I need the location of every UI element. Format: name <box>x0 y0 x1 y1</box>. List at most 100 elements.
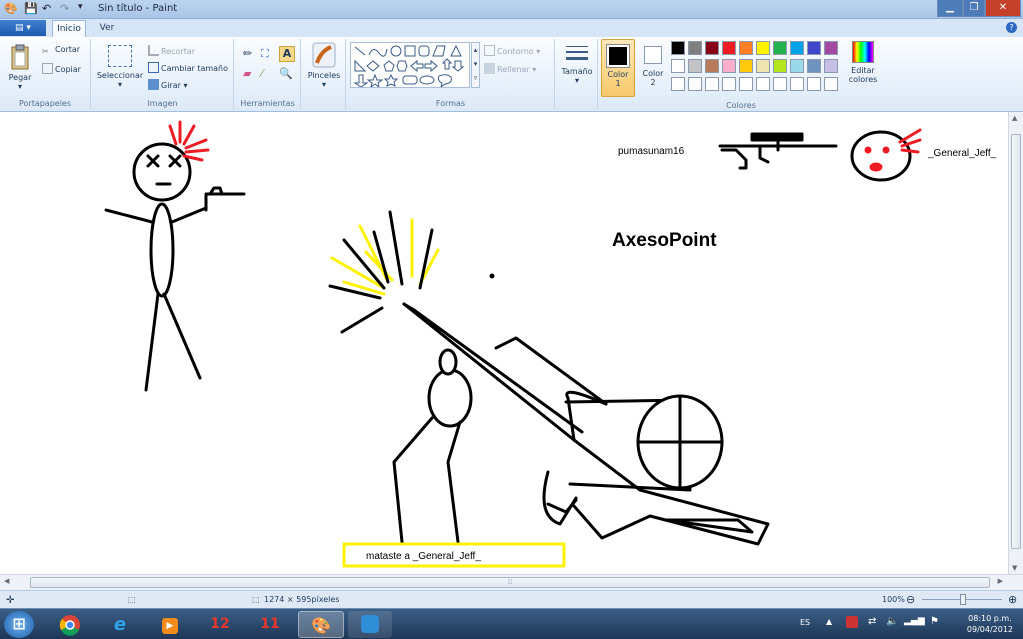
save-icon[interactable]: 💾 <box>24 2 38 16</box>
size-button[interactable]: Tamaño ▾ <box>560 43 594 85</box>
palette-color-swatch[interactable] <box>790 59 804 73</box>
custom-color-swatch[interactable] <box>688 77 702 91</box>
language-indicator[interactable]: ES <box>800 618 810 627</box>
palette-color-swatch[interactable] <box>773 59 787 73</box>
zoom-out-button[interactable]: ⊖ <box>906 593 915 606</box>
paint-taskbar-icon[interactable]: 🎨 <box>298 611 344 638</box>
chrome-taskbar-icon[interactable] <box>50 611 90 638</box>
palette-color-swatch[interactable] <box>722 59 736 73</box>
shapes-scroll[interactable]: ▴ ▾ ▿ <box>471 42 480 88</box>
horizontal-scrollbar[interactable]: ◀ ⦙⦙⦙ ▶ <box>0 574 1023 590</box>
color-picker-icon[interactable]: ⁄ <box>261 67 276 82</box>
zoom-slider-thumb[interactable] <box>960 594 966 605</box>
horizontal-scroll-thumb[interactable]: ⦙⦙⦙ <box>30 577 990 588</box>
color1-button[interactable]: Color 1 <box>601 39 635 97</box>
palette-color-swatch[interactable] <box>824 41 838 55</box>
custom-color-swatch[interactable] <box>824 77 838 91</box>
vertical-scrollbar[interactable]: ▲ ▼ <box>1008 112 1023 574</box>
victim-face-drawing <box>850 130 912 182</box>
close-button[interactable]: ✕ <box>985 0 1021 17</box>
start-button[interactable]: ⊞ <box>4 611 34 638</box>
custom-color-swatch[interactable] <box>671 77 685 91</box>
pencil-icon[interactable]: ✏ <box>243 47 258 62</box>
show-hidden-icons[interactable]: ▲ <box>826 617 832 626</box>
undo-icon[interactable]: ↶ <box>42 2 51 16</box>
custom-color-swatch[interactable] <box>807 77 821 91</box>
palette-color-swatch[interactable] <box>739 41 753 55</box>
scroll-left-icon[interactable]: ◀ <box>4 577 9 585</box>
brushes-button[interactable]: Pinceles ▾ <box>307 41 341 89</box>
paste-button[interactable]: Pegar ▾ <box>5 41 35 95</box>
resize-button[interactable]: Cambiar tamaño <box>148 62 228 73</box>
magnifier-icon[interactable]: 🔍 <box>279 67 294 82</box>
crop-button[interactable]: Recortar <box>148 45 195 56</box>
edit-colors-button[interactable]: Editar colores <box>846 39 880 84</box>
zoom-in-button[interactable]: ⊕ <box>1008 593 1017 606</box>
fill-bucket-icon[interactable]: ⛶ <box>261 47 276 62</box>
palette-color-swatch[interactable] <box>739 59 753 73</box>
rotate-button[interactable]: Girar ▾ <box>148 79 187 90</box>
palette-color-swatch[interactable] <box>824 59 838 73</box>
palette-color-swatch[interactable] <box>807 41 821 55</box>
custom-color-swatch[interactable] <box>756 77 770 91</box>
cut-button[interactable]: ✂ Cortar <box>42 45 80 58</box>
group-label-portapapeles: Portapapeles <box>18 99 72 108</box>
color1-swatch <box>606 44 630 68</box>
eraser-icon[interactable]: ▰ <box>243 67 258 82</box>
size-dropdown-icon: ▾ <box>574 76 579 85</box>
palette-color-swatch[interactable] <box>705 59 719 73</box>
scroll-right-icon[interactable]: ▶ <box>998 577 1003 585</box>
custom-color-swatch[interactable] <box>773 77 787 91</box>
edit-colors-label: Editar <box>851 66 875 75</box>
palette-color-swatch[interactable] <box>773 41 787 55</box>
network-icon[interactable]: ⇄ <box>868 616 876 627</box>
media-player-icon[interactable]: ▶ <box>150 611 190 638</box>
tray-app-icon[interactable] <box>846 616 858 628</box>
shapes-gallery[interactable] <box>350 42 470 89</box>
vertical-scroll-thumb[interactable] <box>1011 134 1021 549</box>
scroll-down-icon[interactable]: ▼ <box>1012 564 1017 572</box>
messenger-taskbar-icon[interactable] <box>348 611 392 638</box>
select-button[interactable]: Seleccionar ▾ <box>95 43 145 89</box>
paint-app-icon[interactable]: 🎨 <box>4 2 18 16</box>
custom-color-swatch[interactable] <box>739 77 753 91</box>
palette-color-swatch[interactable] <box>756 41 770 55</box>
minimize-button[interactable]: ▁ <box>937 0 963 17</box>
help-icon[interactable]: ? <box>1006 22 1017 33</box>
tab-ver[interactable]: Ver <box>92 20 122 37</box>
redo-icon[interactable]: ↷ <box>60 2 69 16</box>
selection-size-icon: ⬚ <box>128 595 136 604</box>
customize-quick-access-icon[interactable]: ▾ <box>78 2 83 16</box>
custom-color-swatch[interactable] <box>722 77 736 91</box>
scroll-up-icon[interactable]: ▲ <box>1012 114 1017 122</box>
action-center-flag-icon[interactable]: ⚑ <box>930 616 939 627</box>
palette-color-swatch[interactable] <box>756 59 770 73</box>
palette-color-swatch[interactable] <box>807 59 821 73</box>
palette-color-swatch[interactable] <box>722 41 736 55</box>
taskbar-app-eleven[interactable]: 11 <box>250 611 290 638</box>
custom-color-swatch[interactable] <box>790 77 804 91</box>
drawing-canvas[interactable]: pumasunam16 _General_Jeff_ AxesoPoint ma… <box>0 112 1008 574</box>
outline-button[interactable]: Contorno ▾ <box>484 45 540 56</box>
text-tool-icon[interactable]: A <box>279 46 295 62</box>
clock[interactable]: 08:10 p.m. 09/04/2012 <box>967 613 1013 635</box>
copy-button[interactable]: Copiar <box>42 63 81 74</box>
color2-button[interactable]: Color 2 <box>637 39 669 97</box>
maximize-button[interactable]: ❐ <box>963 0 985 17</box>
palette-color-swatch[interactable] <box>688 41 702 55</box>
custom-color-swatch[interactable] <box>705 77 719 91</box>
tab-inicio[interactable]: Inicio <box>52 20 86 37</box>
file-menu-button[interactable]: ▤ ▾ <box>0 20 46 36</box>
signal-icon[interactable]: ▂▄▆ <box>904 616 925 626</box>
palette-color-swatch[interactable] <box>671 41 685 55</box>
taskbar-app-twelve[interactable]: 12 <box>200 611 240 638</box>
palette-color-swatch[interactable] <box>671 59 685 73</box>
color1-label: Color <box>607 70 629 79</box>
volume-icon[interactable]: 🔈 <box>886 616 898 627</box>
fill-button[interactable]: Rellenar ▾ <box>484 63 536 74</box>
internet-explorer-icon[interactable]: e <box>100 611 140 638</box>
line-size-icon <box>566 46 588 60</box>
palette-color-swatch[interactable] <box>790 41 804 55</box>
palette-color-swatch[interactable] <box>688 59 702 73</box>
palette-color-swatch[interactable] <box>705 41 719 55</box>
